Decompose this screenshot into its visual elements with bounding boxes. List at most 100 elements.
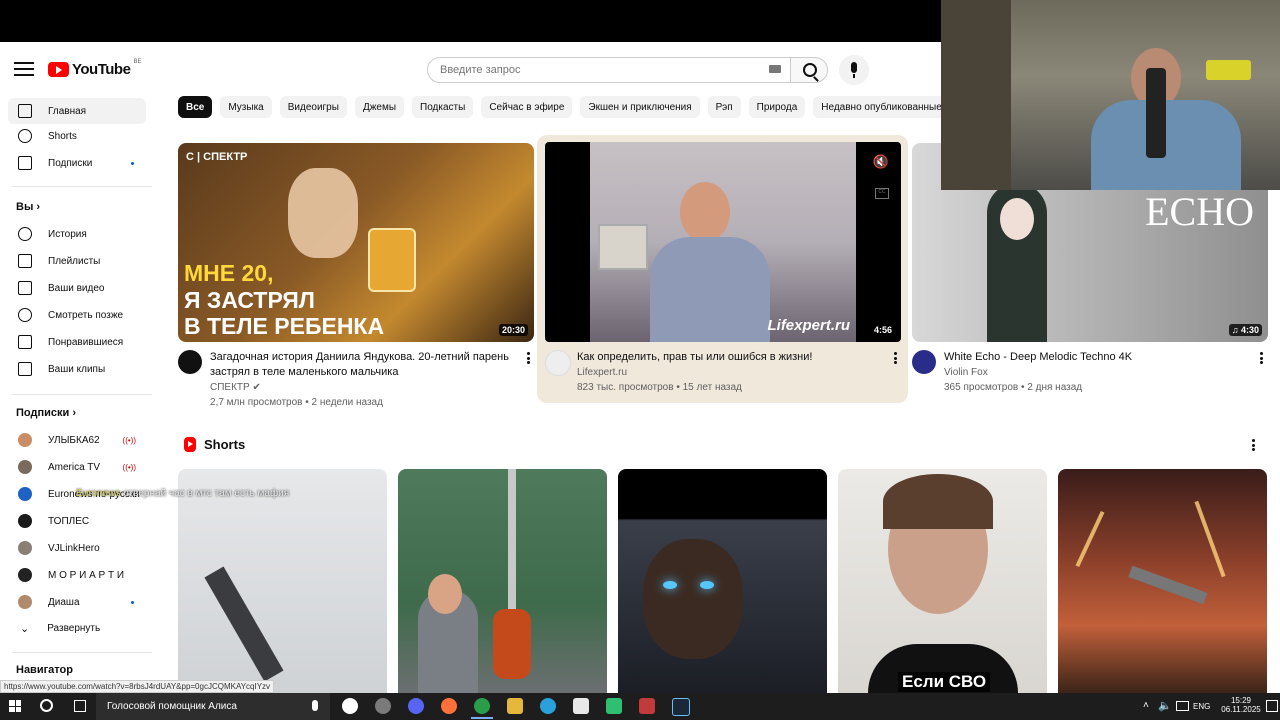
channel-avatar bbox=[18, 487, 32, 501]
tray-chevron-icon[interactable]: ˄ bbox=[1143, 700, 1149, 711]
verified-icon: ✔ bbox=[252, 382, 261, 393]
link-status-url: https://www.youtube.com/watch?v=8rbsJ4rd… bbox=[0, 680, 275, 693]
chat-overlay-message: Euronews отвернай час в мтс там есть маф… bbox=[76, 488, 290, 499]
new-content-dot bbox=[131, 600, 134, 604]
chip[interactable]: Музыка bbox=[220, 96, 272, 118]
mute-icon[interactable]: 🔇 bbox=[873, 154, 889, 170]
history-icon bbox=[18, 227, 32, 241]
sidebar-item-clips[interactable]: Ваши клипы bbox=[8, 356, 146, 382]
chrome-icon[interactable] bbox=[474, 698, 490, 714]
chip[interactable]: Недавно опубликованные bbox=[813, 96, 950, 118]
channel-avatar bbox=[18, 514, 32, 528]
sidebar-item-playlists[interactable]: Плейлисты bbox=[8, 248, 146, 274]
app-icon[interactable] bbox=[639, 698, 655, 714]
subscription-item[interactable]: VJLinkHero bbox=[8, 535, 146, 561]
more-options-icon[interactable] bbox=[1252, 439, 1255, 451]
more-options-icon[interactable] bbox=[1260, 352, 1263, 364]
video-title[interactable]: Как определить, прав ты или ошибся в жиз… bbox=[577, 350, 877, 365]
video-title[interactable]: Загадочная история Даниила Яндукова. 20-… bbox=[210, 350, 515, 380]
channel-avatar bbox=[18, 460, 32, 474]
region-code: BE bbox=[133, 58, 142, 65]
watch-later-icon bbox=[18, 308, 32, 322]
search-input[interactable] bbox=[438, 63, 742, 77]
search-icon[interactable] bbox=[40, 699, 53, 712]
discord-icon[interactable] bbox=[408, 698, 424, 714]
firefox-icon[interactable] bbox=[441, 698, 457, 714]
sidebar-item-liked[interactable]: Понравившиеся bbox=[8, 329, 146, 355]
taskbar-search[interactable]: Голосовой помощник Алиса bbox=[96, 693, 330, 720]
network-icon[interactable] bbox=[1176, 701, 1189, 711]
duration-badge: ♫ 4:30 bbox=[1228, 324, 1262, 336]
shorts-icon bbox=[184, 437, 196, 452]
steam-icon[interactable] bbox=[672, 698, 690, 716]
captions-icon[interactable]: CC bbox=[875, 188, 889, 199]
duration-badge: 20:30 bbox=[498, 324, 528, 336]
channel-avatar[interactable] bbox=[178, 350, 202, 374]
more-options-icon[interactable] bbox=[527, 352, 530, 364]
chip[interactable]: Сейчас в эфире bbox=[481, 96, 573, 118]
telegram-icon[interactable] bbox=[540, 698, 556, 714]
chip[interactable]: Подкасты bbox=[412, 96, 474, 118]
subscriptions-section-heading[interactable]: Подписки › bbox=[16, 407, 76, 419]
app-icon[interactable] bbox=[573, 698, 589, 714]
menu-icon[interactable] bbox=[14, 58, 34, 78]
shorts-section-heading: Shorts bbox=[184, 437, 245, 452]
short-thumbnail[interactable]: Если СВО bbox=[838, 469, 1047, 693]
video-stats: 2,7 млн просмотров • 2 недели назад bbox=[210, 397, 383, 408]
subscription-item[interactable]: ТОПЛЕС bbox=[8, 508, 146, 534]
video-thumbnail[interactable]: C | СПЕКТР МНЕ 20, Я ЗАСТРЯЛ В ТЕЛЕ РЕБЕ… bbox=[178, 143, 534, 342]
app-icon[interactable] bbox=[375, 698, 391, 714]
live-icon: ((•)) bbox=[122, 435, 136, 445]
microphone-icon[interactable] bbox=[312, 700, 318, 711]
task-view-icon[interactable] bbox=[74, 700, 86, 712]
video-preview-player[interactable]: Lifexpert.ru 🔇 CC 4:56 bbox=[545, 142, 901, 342]
windows-start-icon[interactable] bbox=[9, 700, 21, 712]
channel-name[interactable]: Violin Fox bbox=[944, 365, 988, 380]
chip[interactable]: Все bbox=[178, 96, 213, 118]
subscription-item[interactable]: Диаша bbox=[8, 589, 146, 615]
subscriptions-icon bbox=[18, 156, 32, 170]
channel-name[interactable]: Lifexpert.ru bbox=[577, 365, 627, 380]
subscription-item[interactable]: УЛЫБКА62 ((•)) bbox=[8, 427, 146, 453]
microphone-icon bbox=[851, 62, 857, 73]
subscription-item[interactable]: America TV ((•)) bbox=[8, 454, 146, 480]
short-thumbnail[interactable] bbox=[1058, 469, 1267, 693]
you-section-heading[interactable]: Вы › bbox=[16, 201, 40, 213]
short-thumbnail[interactable] bbox=[398, 469, 607, 693]
sidebar-item-home[interactable]: Главная bbox=[8, 98, 146, 124]
language-indicator[interactable]: ENG bbox=[1193, 702, 1210, 711]
yandex-browser-icon[interactable] bbox=[342, 698, 358, 714]
file-explorer-icon[interactable] bbox=[507, 698, 523, 714]
chip[interactable]: Видеоигры bbox=[279, 96, 347, 118]
clock[interactable]: 15:29 06.11.2025 bbox=[1220, 696, 1262, 714]
subscription-item[interactable]: М О Р И А Р Т И bbox=[8, 562, 146, 588]
sidebar-item-your-videos[interactable]: Ваши видео bbox=[8, 275, 146, 301]
search-box[interactable] bbox=[427, 57, 792, 83]
short-thumbnail[interactable] bbox=[618, 469, 827, 693]
notifications-icon[interactable] bbox=[1266, 700, 1278, 712]
channel-name[interactable]: СПЕКТР ✔ bbox=[210, 380, 261, 395]
chip[interactable]: Природа bbox=[748, 96, 806, 118]
search-icon bbox=[803, 63, 817, 77]
volume-icon[interactable]: 🔈 bbox=[1158, 699, 1172, 712]
sidebar-item-shorts[interactable]: Shorts bbox=[8, 123, 146, 149]
chip[interactable]: Джемы bbox=[354, 96, 405, 118]
search-button[interactable] bbox=[790, 57, 828, 83]
video-title[interactable]: White Echo - Deep Melodic Techno 4K bbox=[944, 350, 1244, 365]
keyboard-icon[interactable] bbox=[769, 65, 781, 73]
expand-button[interactable]: ⌄ Развернуть bbox=[8, 615, 146, 641]
sidebar-item-history[interactable]: История bbox=[8, 221, 146, 247]
sidebar-item-watch-later[interactable]: Смотреть позже bbox=[8, 302, 146, 328]
liked-icon bbox=[18, 335, 32, 349]
more-options-icon[interactable] bbox=[894, 352, 897, 364]
chip[interactable]: Рэп bbox=[707, 96, 741, 118]
app-icon[interactable] bbox=[606, 698, 622, 714]
webcam-overlay bbox=[941, 0, 1280, 190]
chip[interactable]: Экшен и приключения bbox=[580, 96, 700, 118]
channel-avatar[interactable] bbox=[912, 350, 936, 374]
channel-avatar[interactable] bbox=[545, 350, 571, 376]
sidebar-item-subscriptions[interactable]: Подписки bbox=[8, 150, 146, 176]
short-thumbnail[interactable] bbox=[178, 469, 387, 693]
voice-search-button[interactable] bbox=[839, 55, 869, 85]
youtube-logo[interactable]: YouTube BE bbox=[48, 58, 142, 78]
